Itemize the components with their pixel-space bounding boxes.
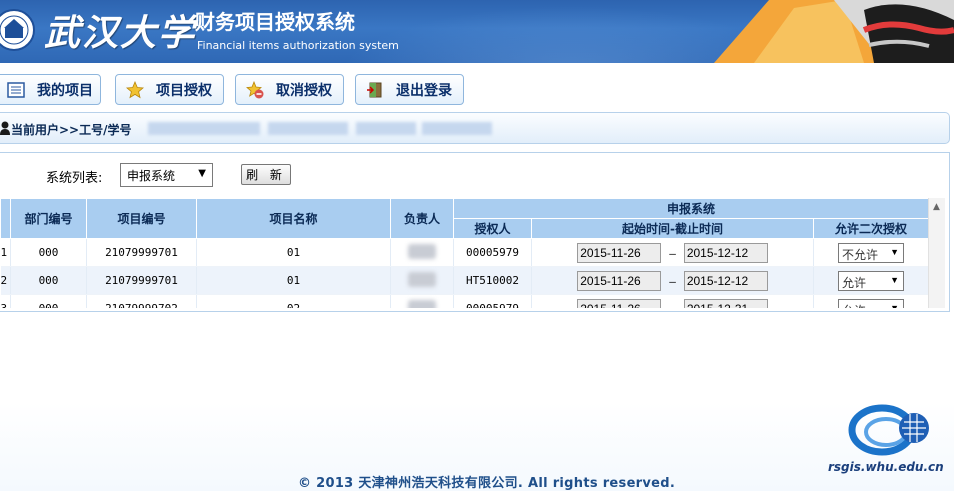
current-user-label: 当前用户>>工号/学号 [11, 123, 132, 137]
my-projects-button[interactable]: 我的项目 [0, 74, 101, 105]
redacted-user-info [268, 122, 348, 135]
grantee-cell: 00005979 [453, 238, 532, 267]
system-title: 财务项目授权系统 [195, 10, 355, 34]
authorization-table: 部门编号 项目编号 项目名称 负责人 申报系统 授权人 起始时间-截止时间 允许… [0, 198, 928, 308]
university-seal-icon [0, 9, 35, 51]
row-index: 2 [0, 266, 11, 295]
column-header: 项目编号 [86, 198, 197, 239]
second-grant-value: 允许 [842, 304, 866, 309]
end-date-field[interactable]: 2015-12-12 [683, 270, 768, 291]
scroll-up-icon[interactable]: ▲ [933, 202, 940, 212]
column-header: 项目名称 [196, 198, 391, 239]
logout-icon [366, 81, 384, 99]
redacted-user-info [356, 122, 416, 135]
list-icon [7, 81, 25, 99]
redacted-owner [408, 299, 436, 308]
chevron-down-icon: ▼ [198, 168, 206, 179]
second-grant-select[interactable]: 允许 ▼ [838, 270, 905, 291]
footer-site-url: rsgis.whu.edu.cn [828, 460, 944, 474]
grantee-cell: HT510002 [453, 266, 532, 295]
cancel-authorization-label: 取消授权 [276, 82, 332, 99]
project-name-cell: 01 [196, 238, 391, 267]
system-list-value: 申报系统 [127, 168, 176, 183]
date-range-cell: 2015-11-26–2015-12-12 [531, 266, 814, 295]
dept-cell: 000 [10, 294, 87, 308]
project-authorize-button[interactable]: 项目授权 [115, 74, 224, 105]
second-grant-cell: 允许 ▼ [813, 294, 928, 309]
user-icon [0, 121, 10, 135]
start-date-field[interactable]: 2015-11-26 [577, 298, 662, 308]
second-grant-select[interactable]: 允许 ▼ [838, 298, 905, 309]
start-date-field[interactable]: 2015-11-26 [577, 242, 662, 263]
owner-cell [390, 266, 454, 295]
redacted-user-info [422, 122, 492, 135]
star-icon [126, 80, 144, 99]
project-authorize-label: 项目授权 [156, 82, 212, 99]
second-grant-cell: 允许 ▼ [813, 266, 928, 295]
dept-cell: 000 [10, 266, 87, 295]
start-date-field[interactable]: 2015-11-26 [577, 270, 662, 291]
my-projects-label: 我的项目 [37, 82, 93, 99]
end-date-field[interactable]: 2015-12-31 [683, 298, 768, 308]
table-row: 2 000 21079999701 01 HT510002 2015-11-26… [0, 266, 928, 295]
project-no-cell: 21079999701 [86, 266, 197, 295]
second-grant-select[interactable]: 不允许 ▼ [838, 242, 905, 263]
table-row: 1 000 21079999701 01 00005979 2015-11-26… [0, 238, 928, 267]
second-grant-value: 允许 [842, 275, 867, 290]
system-subtitle: Financial items authorization system [197, 39, 399, 52]
content-panel: 系统列表: 申报系统 ▼ 刷 新 部门编号 项目编号 项目名称 负责人 申报系统 [0, 152, 950, 312]
cancel-auth-icon [246, 80, 264, 99]
chevron-down-icon: ▼ [890, 302, 900, 309]
redacted-owner [408, 271, 436, 287]
second-grant-cell: 不允许 ▼ [813, 238, 928, 267]
university-name: 武汉大学 [44, 12, 197, 54]
project-name-cell: 02 [196, 294, 391, 308]
column-header: 部门编号 [10, 198, 87, 239]
second-grant-value: 不允许 [842, 247, 879, 262]
column-header: 负责人 [390, 198, 454, 239]
footer-copyright: © 2013 天津神州浩天科技有限公司. All rights reserved… [298, 476, 676, 491]
rsgis-logo-icon [848, 404, 929, 456]
dept-cell: 000 [10, 238, 87, 267]
table-row: 3 000 21079999702 02 00005979 2015-11-26… [0, 294, 928, 309]
owner-cell [390, 238, 454, 267]
grantee-cell: 00005979 [453, 294, 532, 308]
redacted-owner [408, 243, 436, 259]
end-date-field[interactable]: 2015-12-12 [683, 242, 768, 263]
project-name-cell: 01 [196, 266, 391, 295]
column-header: 允许二次授权 [812, 218, 928, 239]
owner-cell [390, 294, 454, 308]
system-list-select[interactable]: 申报系统 ▼ [120, 163, 213, 187]
table-scrollbar[interactable]: ▲ [928, 198, 945, 308]
date-range-cell: 2015-11-26–2015-12-12 [531, 238, 814, 267]
chevron-down-icon: ▼ [890, 246, 900, 257]
logout-label: 退出登录 [396, 82, 452, 99]
row-index: 3 [0, 294, 11, 308]
cancel-authorization-button[interactable]: 取消授权 [235, 74, 344, 105]
date-range-cell: 2015-11-26–2015-12-31 [531, 294, 814, 308]
logout-button[interactable]: 退出登录 [355, 74, 464, 105]
system-list-label: 系统列表: [46, 171, 103, 186]
index-header [0, 198, 11, 239]
project-no-cell: 21079999702 [86, 294, 197, 308]
header-banner-art [714, 0, 954, 63]
column-header: 起始时间-截止时间 [531, 218, 814, 239]
refresh-button[interactable]: 刷 新 [241, 164, 291, 185]
nav-bar: 我的项目 项目授权 取消授权 退出登录 [0, 63, 954, 111]
column-header: 授权人 [453, 218, 532, 239]
group-header: 申报系统 [452, 198, 928, 219]
project-no-cell: 21079999701 [86, 238, 197, 267]
chevron-down-icon: ▼ [890, 274, 900, 285]
row-index: 1 [0, 238, 11, 267]
header-decoration [320, 0, 740, 63]
redacted-user-info [148, 122, 260, 135]
current-user-bar: 当前用户>>工号/学号 [0, 112, 950, 144]
app-header: 武汉大学 财务项目授权系统 Financial items authorizat… [0, 0, 954, 63]
